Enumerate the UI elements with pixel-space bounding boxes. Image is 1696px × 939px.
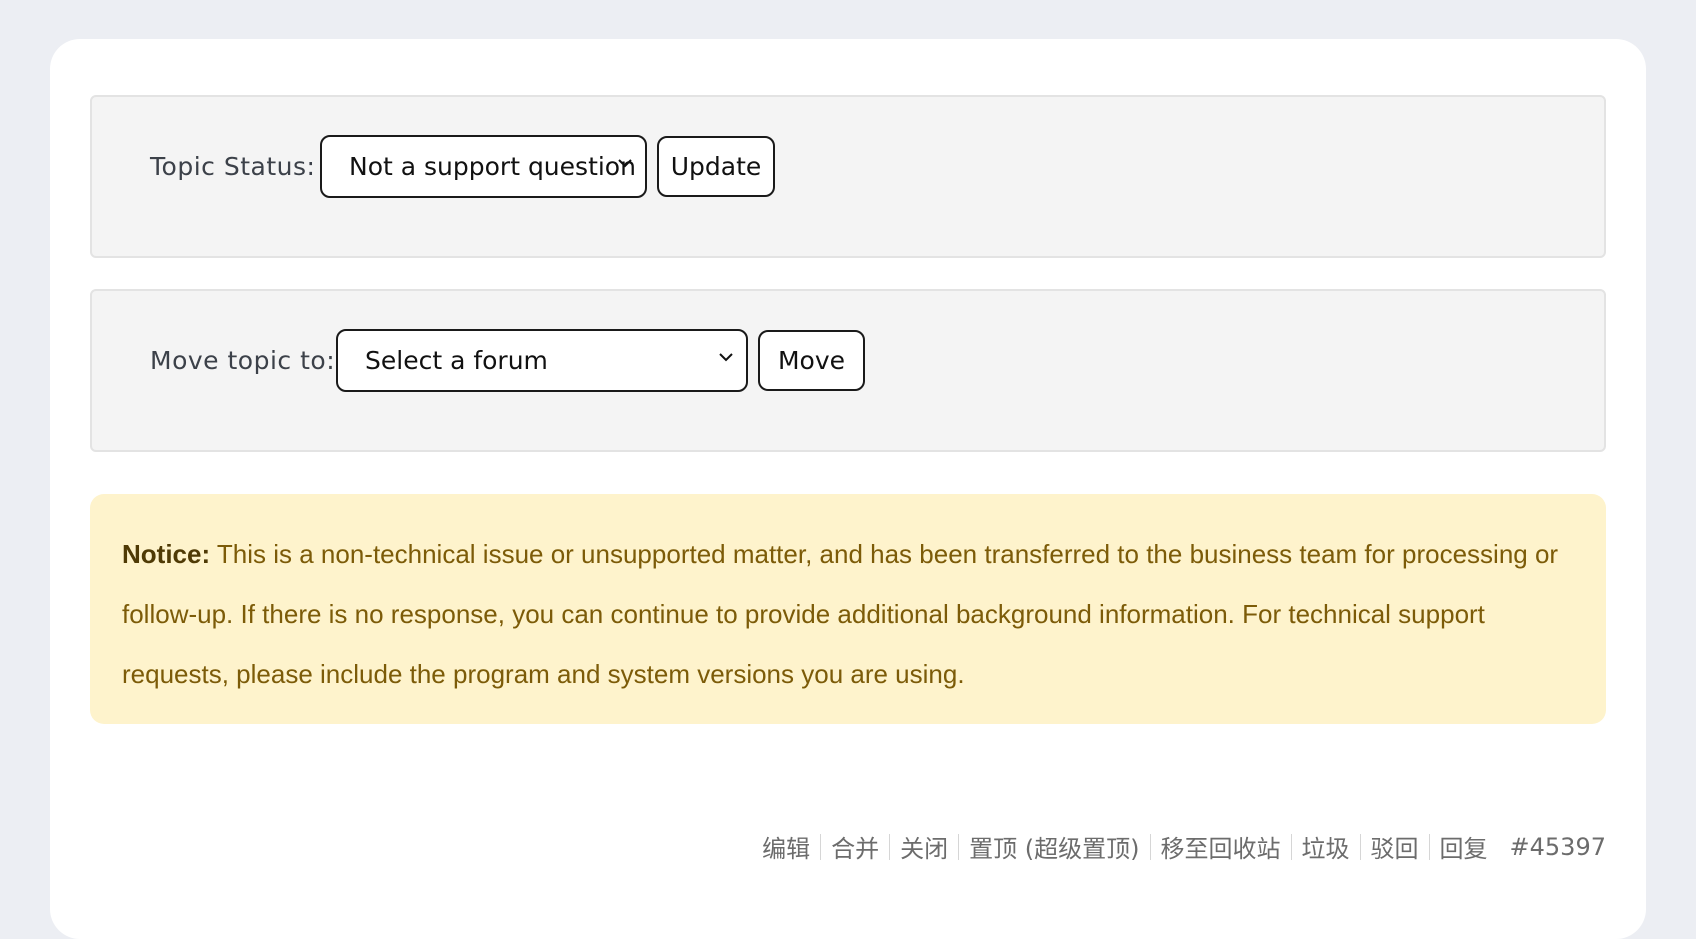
divider xyxy=(1149,833,1151,860)
divider xyxy=(1290,833,1292,860)
post-id-link[interactable]: #45397 xyxy=(1510,833,1606,861)
move-topic-label: Move topic to: xyxy=(150,346,336,375)
admin-actions-bar: 编辑 合并 关闭 置顶 (超级置顶) 移至回收站 垃圾 驳回 回复 #45397 xyxy=(762,829,1606,864)
edit-link[interactable]: 编辑 xyxy=(762,829,810,864)
move-button[interactable]: Move xyxy=(758,330,865,391)
reject-link[interactable]: 驳回 xyxy=(1371,829,1419,864)
reply-link[interactable]: 回复 xyxy=(1440,829,1488,864)
update-button[interactable]: Update xyxy=(657,136,775,197)
topic-status-panel: Topic Status: Not a support question Upd… xyxy=(90,95,1606,258)
stick-link[interactable]: 置顶 (超级置顶) xyxy=(969,829,1139,864)
chevron-down-icon xyxy=(719,352,733,361)
move-topic-row: Move topic to: Select a forum Move xyxy=(150,329,865,392)
move-topic-panel: Move topic to: Select a forum Move xyxy=(90,289,1606,452)
notice-text: This is a non-technical issue or unsuppo… xyxy=(122,539,1559,689)
notice-prefix: Notice: xyxy=(122,539,211,569)
close-link[interactable]: 关闭 xyxy=(900,829,948,864)
forum-selected-value: Select a forum xyxy=(365,346,548,375)
trash-link[interactable]: 移至回收站 xyxy=(1161,829,1281,864)
divider xyxy=(1359,833,1361,860)
divider xyxy=(958,833,960,860)
spam-link[interactable]: 垃圾 xyxy=(1302,829,1350,864)
topic-admin-card: Topic Status: Not a support question Upd… xyxy=(50,39,1646,939)
topic-status-label: Topic Status: xyxy=(150,152,316,181)
chevron-down-icon xyxy=(618,158,632,167)
notice-box: Notice: This is a non-technical issue or… xyxy=(90,494,1606,724)
forum-select[interactable]: Select a forum xyxy=(336,329,748,392)
topic-status-selected-value: Not a support question xyxy=(349,152,636,181)
topic-status-select[interactable]: Not a support question xyxy=(320,135,647,198)
divider xyxy=(889,833,891,860)
topic-status-row: Topic Status: Not a support question Upd… xyxy=(150,135,775,198)
divider xyxy=(820,833,822,860)
merge-link[interactable]: 合并 xyxy=(831,829,879,864)
divider xyxy=(1428,833,1430,860)
